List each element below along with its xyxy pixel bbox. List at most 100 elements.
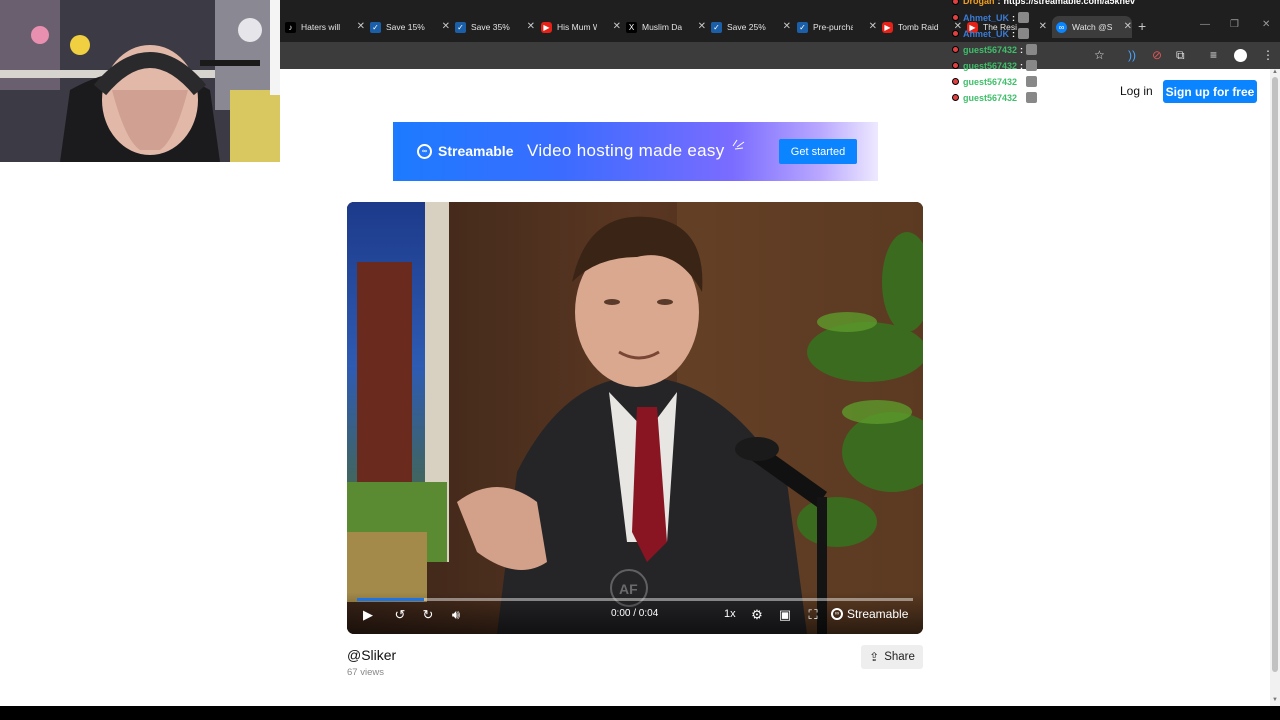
- chat-separator: :: [1020, 92, 1024, 103]
- get-started-button[interactable]: Get started: [779, 139, 857, 164]
- picture-in-picture-icon[interactable]: ▣: [776, 606, 794, 624]
- video-owner[interactable]: @Sliker: [347, 647, 396, 663]
- youtube-icon: ▶: [882, 21, 893, 33]
- rewind-icon[interactable]: ↺: [391, 606, 409, 624]
- tab-close-icon[interactable]: ✕: [869, 21, 877, 32]
- chat-username: guest567432: [963, 76, 1018, 87]
- screen: ♪ Haters will ✕ ✓ Save 15% ✕ ✓ Save 35% ✕ ▶ His Mu…: [0, 0, 1280, 720]
- chat-message: guest567432:: [952, 44, 1038, 55]
- chat-badge-icon: [952, 14, 959, 21]
- tab-title: His Mum W: [557, 22, 597, 32]
- browser-tab[interactable]: ♪ Haters will ✕: [285, 16, 365, 38]
- volume-icon[interactable]: 🔊︎: [447, 606, 465, 624]
- chat-message: guest567432:: [952, 76, 1038, 87]
- page-scrollbar[interactable]: ▲ ▼: [1270, 69, 1280, 706]
- video-player[interactable]: AF ▶ ↺ ↻ 🔊︎ 0:00 / 0:04 1x ⚙ ▣ ⛶ ∞ Strea…: [347, 202, 923, 634]
- chat-separator: :: [1020, 44, 1024, 55]
- browser-menu-icon[interactable]: ⋮: [1262, 48, 1274, 62]
- chat-username: Drogan: [963, 0, 995, 6]
- chat-message: guest567432:: [952, 92, 1038, 103]
- banner-brand: Streamable: [438, 143, 514, 159]
- chat-username: guest567432: [963, 92, 1018, 103]
- chat-message: Ahmet_UK:: [952, 12, 1030, 23]
- chat-message: guest567432:: [952, 60, 1038, 71]
- tab-title: Save 35%: [471, 22, 510, 32]
- forward-icon[interactable]: ↻: [419, 606, 437, 624]
- tab-close-icon[interactable]: ✕: [613, 21, 621, 32]
- playback-rate-button[interactable]: 1x: [724, 608, 736, 620]
- scroll-up-icon[interactable]: ▲: [1272, 69, 1278, 75]
- youtube-icon: ▶: [541, 21, 552, 33]
- webcam-frame: [0, 0, 280, 162]
- browser-tab[interactable]: ✓ Save 35% ✕: [455, 16, 535, 38]
- chat-badge-icon: [952, 94, 959, 101]
- tab-title: Tomb Raid: [898, 22, 938, 32]
- minimize-icon[interactable]: —: [1200, 19, 1210, 30]
- settings-gear-icon[interactable]: ⚙: [748, 606, 766, 624]
- chat-emote-icon: [1026, 76, 1038, 87]
- chat-separator: :: [997, 0, 1001, 6]
- scroll-down-icon[interactable]: ▼: [1272, 697, 1278, 703]
- sparkle-icon: [732, 139, 745, 150]
- banner-logo: ∞ Streamable: [417, 143, 513, 159]
- extensions-puzzle-icon[interactable]: ⧉: [1176, 48, 1185, 63]
- tab-title: Haters will: [301, 22, 341, 32]
- chat-badge-icon: [952, 46, 959, 53]
- time-display: 0:00 / 0:04: [611, 608, 659, 619]
- browser-tab[interactable]: ▶ Tomb Raid ✕: [882, 16, 962, 38]
- signup-button[interactable]: Sign up for free: [1163, 80, 1257, 103]
- browser-tab[interactable]: ✓ Save 15% ✕: [370, 16, 450, 38]
- tab-close-icon[interactable]: ✕: [527, 21, 535, 32]
- scrollbar-thumb[interactable]: [1272, 77, 1278, 672]
- stream-chat-overlay: Drogan: https://streamable.com/a5knev Ahme…: [952, 0, 1152, 106]
- streamable-logo-icon: ∞: [417, 143, 432, 159]
- tab-close-icon[interactable]: ✕: [442, 21, 450, 32]
- chat-separator: :: [1012, 12, 1016, 23]
- promo-banner[interactable]: ∞ Streamable Video hosting made easy Get…: [393, 122, 878, 181]
- view-count: 67 views: [347, 667, 384, 678]
- fullscreen-icon[interactable]: ⛶: [804, 606, 822, 624]
- tab-close-icon[interactable]: ✕: [698, 21, 706, 32]
- tab-close-icon[interactable]: ✕: [783, 21, 791, 32]
- video-frame: AF: [347, 202, 923, 634]
- extension-adblock-icon[interactable]: ⊘: [1152, 48, 1162, 62]
- chat-message: Ahmet_UK:: [952, 28, 1030, 39]
- chat-message: Drogan: https://streamable.com/a5knev: [952, 0, 1135, 6]
- tab-close-icon[interactable]: ✕: [357, 21, 365, 32]
- chat-emote-icon: [1026, 92, 1038, 103]
- tiktok-icon: ♪: [285, 21, 296, 33]
- media-queue-icon[interactable]: ≡: [1210, 48, 1217, 62]
- player-brand[interactable]: ∞ Streamable: [831, 607, 908, 621]
- chat-username: guest567432: [963, 44, 1018, 55]
- browser-tab[interactable]: ▶ His Mum W ✕: [541, 16, 621, 38]
- chat-username: guest567432: [963, 60, 1018, 71]
- chat-badge-icon: [952, 30, 959, 37]
- share-icon: ⇪: [869, 650, 880, 664]
- chat-emote-icon: [1018, 28, 1030, 39]
- steam-icon: ✓: [370, 21, 381, 33]
- browser-tab[interactable]: X Muslim Da ✕: [626, 16, 706, 38]
- chat-separator: :: [1012, 28, 1016, 39]
- x-icon: X: [626, 21, 637, 33]
- chat-text: https://streamable.com/a5knev: [1003, 0, 1136, 6]
- chat-badge-icon: [952, 78, 959, 85]
- chat-emote-icon: [1018, 12, 1030, 23]
- webcam-overlay: [0, 0, 280, 162]
- play-icon[interactable]: ▶: [359, 606, 377, 624]
- chat-separator: :: [1020, 60, 1024, 71]
- browser-tab[interactable]: ✓ Save 25% ✕: [711, 16, 791, 38]
- steam-icon: ✓: [455, 21, 466, 33]
- steam-icon: ✓: [797, 21, 808, 33]
- steam-icon: ✓: [711, 21, 722, 33]
- progress-fill: [357, 598, 424, 601]
- tab-title: Save 15%: [386, 22, 425, 32]
- progress-bar[interactable]: [357, 598, 913, 601]
- share-button[interactable]: ⇪ Share: [861, 645, 923, 669]
- tab-title: Muslim Da: [642, 22, 682, 32]
- profile-avatar-icon[interactable]: [1234, 49, 1247, 62]
- restore-icon[interactable]: ❐: [1230, 19, 1239, 30]
- window-close-icon[interactable]: ✕: [1262, 19, 1270, 30]
- browser-tab[interactable]: ✓ Pre-purcha ✕: [797, 16, 877, 38]
- chat-emote-icon: [1026, 44, 1038, 55]
- banner-tagline: Video hosting made easy: [527, 141, 725, 160]
